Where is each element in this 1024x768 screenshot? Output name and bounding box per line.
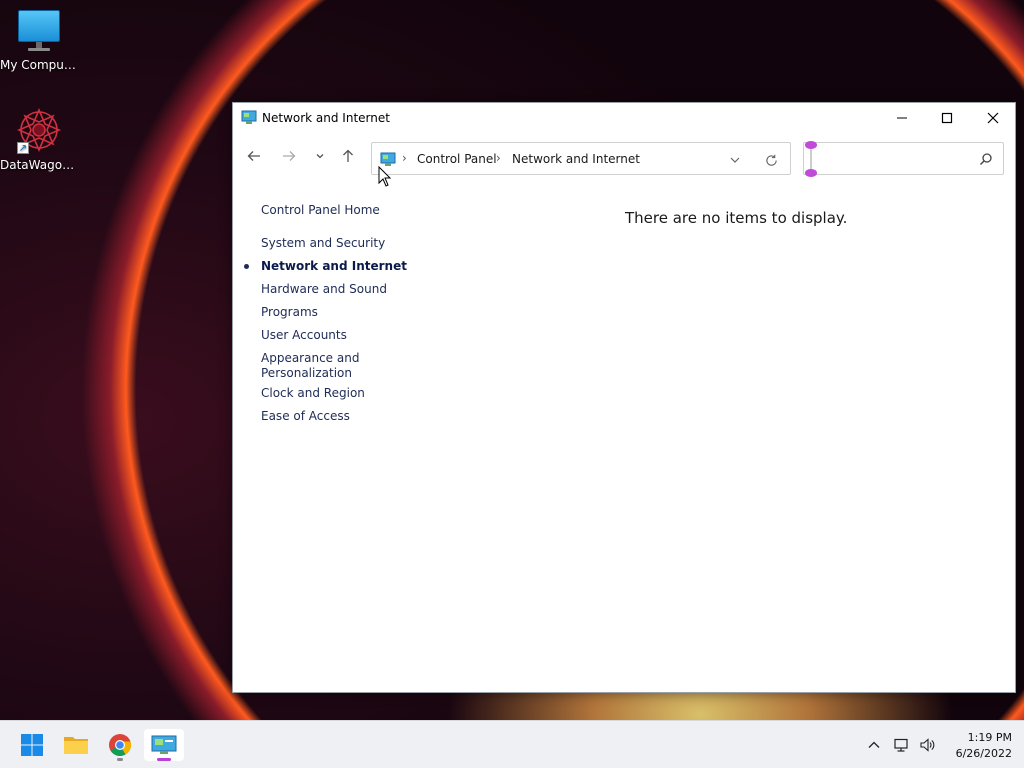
breadcrumb-separator-icon: › xyxy=(402,151,407,165)
refresh-icon xyxy=(765,154,777,166)
back-button[interactable] xyxy=(241,143,267,169)
mouse-pointer-icon xyxy=(378,166,392,187)
search-input[interactable] xyxy=(812,149,972,169)
maximize-button[interactable] xyxy=(924,103,970,133)
sidebar-item-appearance-and-personalization[interactable]: Appearance and Personalization xyxy=(261,351,359,381)
address-bar[interactable]: › Control Panel › Network and Internet xyxy=(371,142,791,175)
chevron-up-icon xyxy=(868,741,880,748)
taskbar-file-explorer[interactable] xyxy=(56,729,96,761)
sidebar-item-user-accounts[interactable]: User Accounts xyxy=(261,328,347,343)
taskbar-chrome[interactable] xyxy=(100,729,140,761)
control-panel-icon xyxy=(380,152,396,166)
search-icon xyxy=(980,153,992,165)
start-button[interactable] xyxy=(12,729,52,761)
desktop-icon-label: DataWagon... xyxy=(0,158,78,172)
close-button[interactable] xyxy=(970,103,1016,133)
maximize-icon xyxy=(941,112,953,124)
minimize-button[interactable] xyxy=(879,103,925,133)
active-window-indicator xyxy=(157,758,171,761)
datawagon-logo-icon: ↗ xyxy=(15,106,63,154)
up-button[interactable] xyxy=(335,143,361,169)
chevron-down-icon xyxy=(316,154,324,159)
control-panel-icon xyxy=(241,110,257,124)
arrow-up-icon xyxy=(343,149,353,162)
windows-start-icon xyxy=(21,734,43,756)
recent-locations-button[interactable] xyxy=(307,143,333,169)
refresh-button[interactable] xyxy=(762,152,780,168)
show-hidden-icons-button[interactable] xyxy=(864,721,884,768)
sidebar-item-clock-and-region[interactable]: Clock and Region xyxy=(261,386,365,401)
window-title: Network and Internet xyxy=(262,111,390,125)
sidebar-item-hardware-and-sound[interactable]: Hardware and Sound xyxy=(261,282,387,297)
arrow-left-icon xyxy=(247,151,260,161)
control-panel-icon xyxy=(151,735,177,754)
chevron-down-icon xyxy=(730,157,740,163)
breadcrumb-network-and-internet[interactable]: Network and Internet xyxy=(512,152,640,166)
search-box[interactable] xyxy=(803,141,1004,177)
sidebar-item-control-panel-home[interactable]: Control Panel Home xyxy=(261,203,380,218)
monitor-icon xyxy=(18,10,60,54)
minimize-icon xyxy=(897,117,907,119)
taskbar: 1:19 PM 6/26/2022 xyxy=(0,720,1024,768)
sidebar-item-system-and-security[interactable]: System and Security xyxy=(261,236,385,251)
clock-time: 1:19 PM xyxy=(967,731,1012,744)
folder-icon xyxy=(64,737,88,754)
volume-icon xyxy=(920,738,935,752)
shortcut-arrow-icon: ↗ xyxy=(17,142,29,154)
running-indicator xyxy=(117,758,123,761)
empty-content-message: There are no items to display. xyxy=(625,209,848,227)
desktop-icon-label: My Computer xyxy=(0,58,78,72)
address-history-button[interactable] xyxy=(727,153,743,167)
active-bullet-icon xyxy=(244,264,249,269)
desktop-icon-my-computer[interactable]: My Computer xyxy=(0,10,78,72)
volume-button[interactable] xyxy=(916,721,938,768)
title-bar[interactable]: Network and Internet xyxy=(233,103,1015,133)
close-icon xyxy=(987,112,999,124)
clock-date: 6/26/2022 xyxy=(955,747,1012,760)
network-status-button[interactable] xyxy=(890,721,912,768)
sidebar-item-programs[interactable]: Programs xyxy=(261,305,318,320)
taskbar-control-panel[interactable] xyxy=(144,729,184,761)
chrome-icon xyxy=(109,734,132,756)
control-panel-window: Network and Internet › Control Panel › N… xyxy=(232,102,1016,693)
arrow-right-icon xyxy=(283,151,296,161)
navigation-bar: › Control Panel › Network and Internet xyxy=(233,133,1015,181)
sidebar-item-ease-of-access[interactable]: Ease of Access xyxy=(261,409,350,424)
desktop-icon-datawagon[interactable]: ↗ DataWagon... xyxy=(0,106,78,172)
sidebar-item-network-and-internet[interactable]: Network and Internet xyxy=(261,259,407,274)
network-icon xyxy=(894,738,908,752)
breadcrumb-control-panel[interactable]: Control Panel xyxy=(417,152,497,166)
forward-button[interactable] xyxy=(276,143,302,169)
taskbar-clock[interactable]: 1:19 PM 6/26/2022 xyxy=(940,730,1012,762)
breadcrumb-separator-icon: › xyxy=(496,151,501,165)
